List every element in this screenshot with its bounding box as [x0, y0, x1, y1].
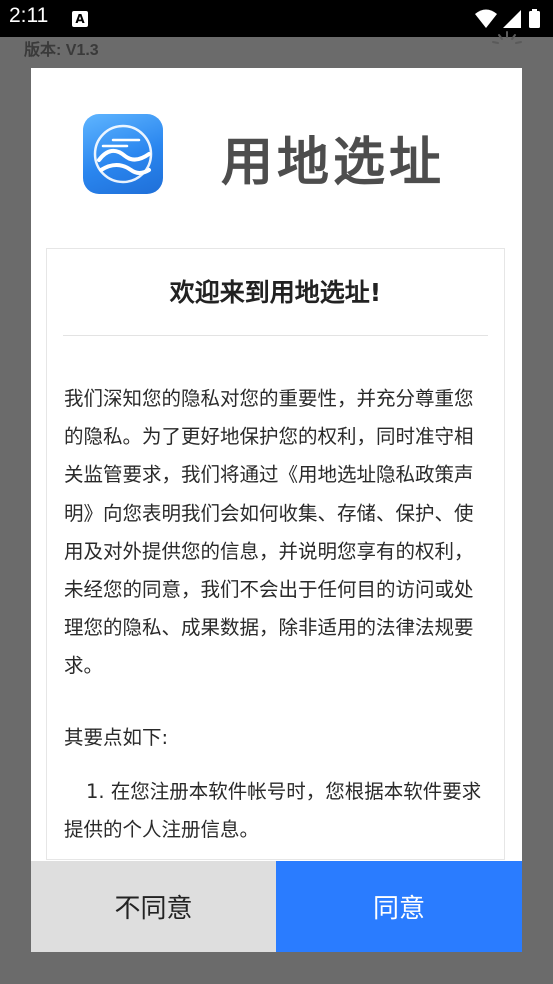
battery-icon [529, 11, 540, 28]
status-icons [475, 9, 540, 28]
app-logo-icon [83, 114, 163, 194]
welcome-title: 欢迎来到用地选址! [169, 278, 382, 307]
title-divider [63, 335, 488, 336]
key-point-item-1: 1. 在您注册本软件帐号时，您根据本软件要求提供的个人注册信息。 [64, 780, 482, 841]
privacy-paragraph: 我们深知您的隐私对您的重要性，并充分尊重您的隐私。为了更好地保护您的权利，同时准… [64, 387, 474, 678]
privacy-dialog: 用地选址 欢迎来到用地选址! 我们深知您的隐私对您的重要性，并充分尊重您的隐私。… [31, 68, 522, 952]
wifi-icon [475, 9, 497, 28]
signal-icon [503, 10, 521, 28]
status-bar: 2:11 A [0, 0, 553, 37]
privacy-content-scroll[interactable]: 欢迎来到用地选址! 我们深知您的隐私对您的重要性，并充分尊重您的隐私。为了更好地… [46, 248, 505, 860]
disagree-button[interactable]: 不同意 [31, 861, 276, 952]
status-time: 2:11 [9, 4, 49, 27]
accessibility-a-icon: A [72, 11, 88, 27]
background-version-text: 版本: V1.3 [24, 42, 99, 59]
loading-spinner-icon [492, 31, 522, 44]
key-points-label: 其要点如下: [64, 726, 169, 749]
app-name-logo: 用地选址 [221, 133, 446, 193]
agree-button[interactable]: 同意 [276, 861, 522, 952]
